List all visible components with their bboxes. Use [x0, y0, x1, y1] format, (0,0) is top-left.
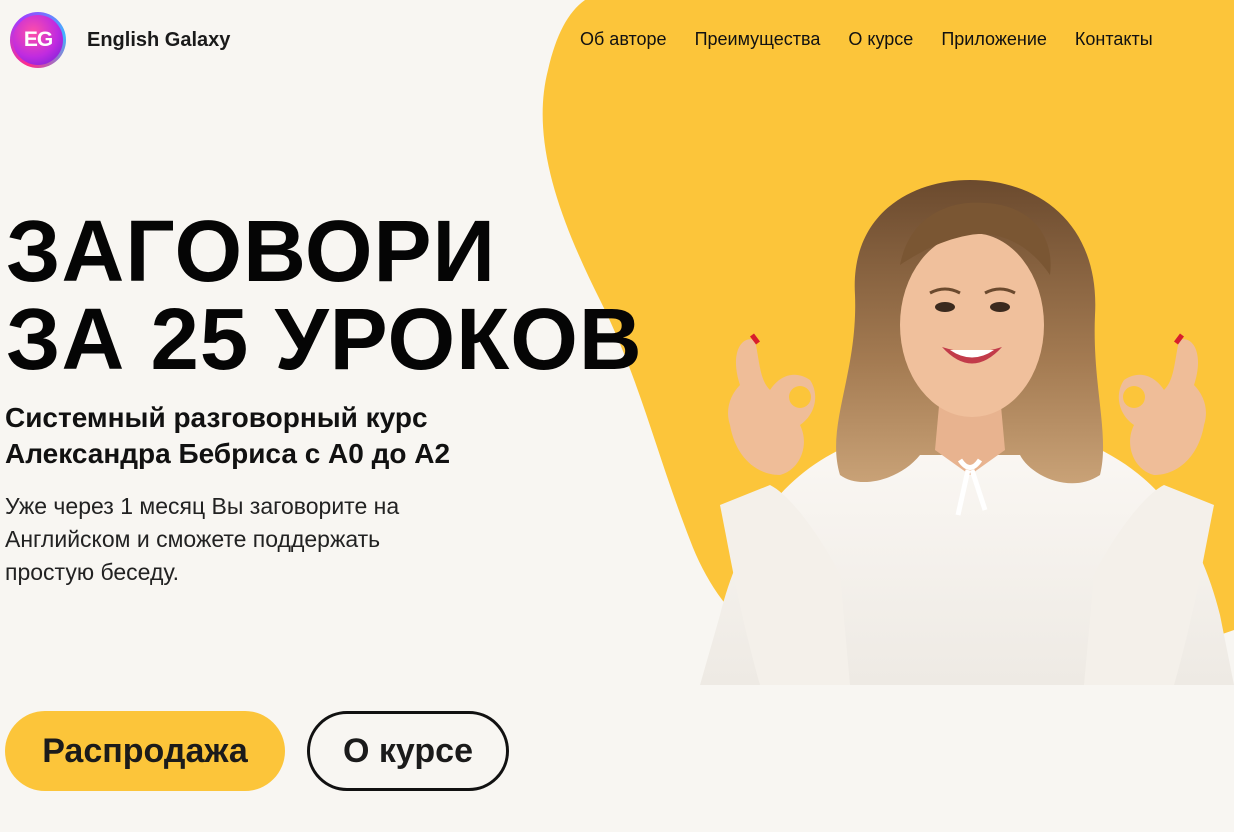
headline-line-1: ЗАГОВОРИ [6, 203, 497, 300]
landing-page: EG English Galaxy Об авторе Преимущества… [0, 0, 1234, 832]
brand-name[interactable]: English Galaxy [87, 29, 230, 52]
hero-description: Уже через 1 месяц Вы заговорите на Англи… [5, 490, 475, 589]
subtitle-line-2: Александра Бебриса с A0 до A2 [5, 438, 451, 469]
sale-button[interactable]: Распродажа [5, 711, 285, 791]
hero-headline: ЗАГОВОРИ ЗА 25 УРОКОВ [6, 208, 643, 384]
nav-item-about-course[interactable]: О курсе [848, 29, 913, 50]
description-line-1: Уже через 1 месяц Вы заговорите на [5, 493, 400, 519]
headline-line-2: ЗА 25 УРОКОВ [6, 291, 643, 388]
hero-person-image [700, 180, 1234, 685]
about-course-button[interactable]: О курсе [307, 711, 509, 791]
nav-item-contacts[interactable]: Контакты [1075, 29, 1153, 50]
nav-item-about-author[interactable]: Об авторе [580, 29, 667, 50]
hero-subtitle: Системный разговорный курс Александра Бе… [5, 400, 565, 472]
description-line-3: простую беседу. [5, 559, 179, 585]
description-line-2: Английском и сможете поддержать [5, 526, 381, 552]
nav-item-app[interactable]: Приложение [941, 29, 1047, 50]
nav-item-advantages[interactable]: Преимущества [695, 29, 821, 50]
subtitle-line-1: Системный разговорный курс [5, 402, 428, 433]
logo-badge: EG [13, 15, 63, 65]
main-nav: Об авторе Преимущества О курсе Приложени… [580, 29, 1153, 50]
logo-text: EG [23, 28, 53, 51]
logo[interactable]: EG [10, 12, 66, 68]
